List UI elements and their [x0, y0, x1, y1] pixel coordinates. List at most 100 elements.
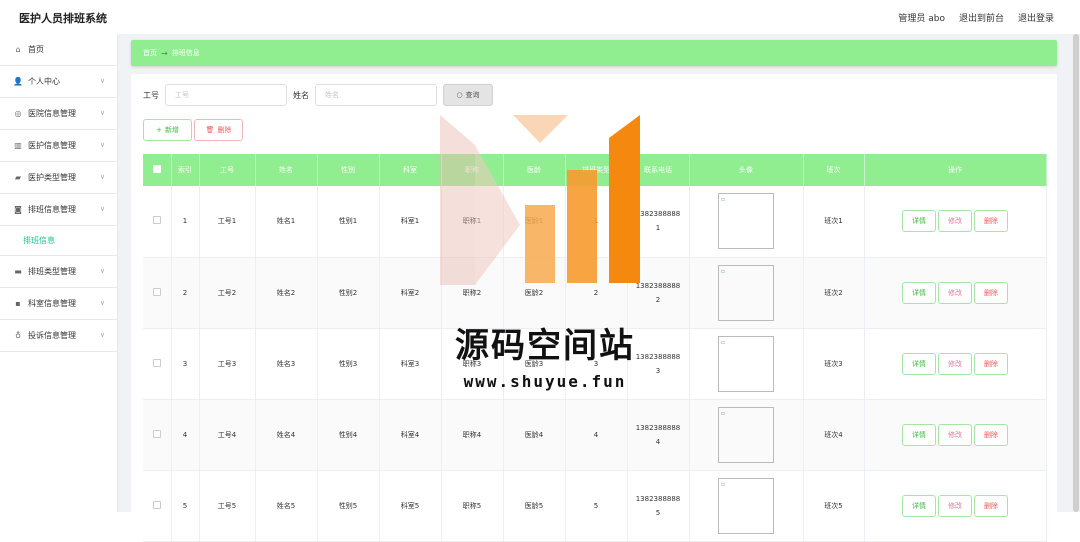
batch-delete-label: 删除 — [217, 126, 232, 134]
detail-button[interactable]: 详情 — [902, 210, 936, 233]
thumb-icon: ▰ — [14, 173, 22, 182]
admin-user-link[interactable]: 管理员 abo — [898, 11, 945, 24]
cell-dept: 科室5 — [379, 470, 442, 542]
row-checkbox-cell[interactable] — [143, 186, 172, 258]
sidebar-item[interactable]: ♁ 投诉信息管理 ∨ — [0, 320, 117, 352]
table-row: 4 工号4 姓名4 性别4 科室4 职称4 医龄4 4 13823888884 ▫ 班次4 详情 修改删… — [143, 399, 1047, 471]
column-header: 头像 — [689, 154, 804, 186]
delete-button[interactable]: 删除 — [974, 281, 1008, 304]
batch-delete-button[interactable]: 🗑 删除 — [194, 119, 243, 141]
chat-icon: ▪ — [15, 299, 21, 308]
cell-shift: 班次4 — [803, 399, 865, 471]
edit-button[interactable]: 修改 — [938, 423, 972, 446]
row-checkbox-cell[interactable] — [143, 257, 172, 329]
compass-icon: ◎ — [14, 109, 22, 118]
row-checkbox[interactable] — [152, 216, 161, 225]
column-header: 工号 — [199, 154, 256, 186]
delete-button[interactable]: 删除 — [974, 210, 1008, 233]
avatar: ▫ — [718, 477, 774, 534]
edit-button[interactable]: 修改 — [938, 352, 972, 375]
row-checkbox[interactable] — [152, 429, 161, 438]
trash-icon: 🗑 — [205, 126, 215, 134]
logout-link[interactable]: 退出登录 — [1018, 11, 1054, 24]
detail-button[interactable]: 详情 — [902, 423, 936, 446]
bar-chart-icon: ▥ — [14, 141, 22, 150]
row-checkbox[interactable] — [152, 287, 161, 296]
user-icon: 👤 — [13, 77, 23, 86]
avatar: ▫ — [718, 193, 774, 250]
select-all-checkbox[interactable] — [143, 154, 172, 186]
column-header: 班次 — [803, 154, 865, 186]
exit-to-frontend-link[interactable]: 退出到前台 — [959, 11, 1004, 24]
scrollbar-thumb[interactable] — [1073, 34, 1079, 512]
table-header-row: 索引 工号 姓名 性别 科室 职称 医龄 排班类型 联系电话 头像 班次 操作 — [143, 154, 1047, 186]
sidebar-item-label: 排班类型管理 — [28, 267, 76, 276]
cell-index: 1 — [171, 186, 200, 258]
page-scrollbar[interactable] — [1072, 34, 1080, 512]
column-header: 索引 — [171, 154, 200, 186]
sidebar-item-label: 首页 — [28, 45, 44, 54]
delete-button[interactable]: 删除 — [974, 352, 1008, 375]
table-row: 1 工号1 姓名1 性别1 科室1 职称1 医龄1 1 13823888881 ▫ 班次1 详情 修改删… — [143, 186, 1047, 258]
cell-gonghao: 工号2 — [199, 257, 256, 329]
sidebar-item[interactable]: ▥ 医护信息管理 ∨ — [0, 130, 117, 162]
edit-button[interactable]: 修改 — [938, 494, 972, 517]
row-checkbox[interactable] — [152, 358, 161, 367]
column-header: 排班类型 — [565, 154, 628, 186]
main-panel: 工号 工号 姓名 姓名 ○ 查询 + 新增 🗑 删除 索引 工号 姓名 性别 科室 职称医… — [131, 74, 1057, 542]
sidebar-item[interactable]: ⌂ 首页 — [0, 34, 117, 66]
home-icon: ⌂ — [15, 45, 21, 54]
row-checkbox-cell[interactable] — [143, 328, 172, 400]
sidebar-item[interactable]: ◙ 排班信息管理 ∨ — [0, 194, 117, 226]
broken-image-icon: ▫ — [721, 267, 726, 275]
column-header: 操作 — [864, 154, 1047, 186]
delete-button[interactable]: 删除 — [974, 494, 1008, 517]
cell-type: 1 — [565, 186, 628, 258]
row-checkbox-cell[interactable] — [143, 470, 172, 542]
edit-button[interactable]: 修改 — [938, 210, 972, 233]
cell-index: 3 — [171, 328, 200, 400]
checkbox-icon[interactable] — [152, 165, 161, 173]
sidebar-item-label: 投诉信息管理 — [28, 331, 76, 340]
row-checkbox-cell[interactable] — [143, 399, 172, 471]
name-input[interactable]: 姓名 — [315, 84, 437, 106]
plus-icon: + — [156, 126, 162, 134]
cell-gonghao: 工号1 — [199, 186, 256, 258]
sidebar-item[interactable]: ▪ 科室信息管理 ∨ — [0, 288, 117, 320]
breadcrumb: 首页 → 排班信息 — [131, 40, 1057, 66]
cell-actions: 详情 修改 删除 — [864, 186, 1047, 258]
cell-name: 姓名3 — [255, 328, 318, 400]
cell-actions: 详情 修改 删除 — [864, 257, 1047, 329]
column-header: 职称 — [441, 154, 504, 186]
cell-phone: 13823888885 — [627, 470, 690, 542]
sidebar-subitem-schedule[interactable]: 排班信息 — [0, 226, 117, 256]
gonghao-input[interactable]: 工号 — [165, 84, 287, 106]
broken-image-icon: ▫ — [721, 409, 726, 417]
sidebar-item[interactable]: ◎ 医院信息管理 ∨ — [0, 98, 117, 130]
detail-button[interactable]: 详情 — [902, 281, 936, 304]
add-button[interactable]: + 新增 — [143, 119, 192, 141]
chevron-down-icon: ∨ — [99, 173, 105, 181]
sidebar-item[interactable]: ▬ 排班类型管理 ∨ — [0, 256, 117, 288]
cell-index: 4 — [171, 399, 200, 471]
sidebar-item[interactable]: ▰ 医护类型管理 ∨ — [0, 162, 117, 194]
cell-phone: 13823888884 — [627, 399, 690, 471]
detail-button[interactable]: 详情 — [902, 352, 936, 375]
cell-gender: 性别5 — [317, 470, 380, 542]
search-bar: 工号 工号 姓名 姓名 ○ 查询 — [143, 84, 493, 106]
query-button[interactable]: ○ 查询 — [443, 84, 493, 106]
broken-image-icon: ▫ — [721, 196, 726, 204]
sidebar-item[interactable]: 👤 个人中心 ∨ — [0, 66, 117, 98]
delete-button[interactable]: 删除 — [974, 423, 1008, 446]
breadcrumb-home[interactable]: 首页 — [143, 48, 157, 58]
row-checkbox[interactable] — [152, 500, 161, 509]
detail-button[interactable]: 详情 — [902, 494, 936, 517]
edit-button[interactable]: 修改 — [938, 281, 972, 304]
cell-gender: 性别1 — [317, 186, 380, 258]
cell-type: 4 — [565, 399, 628, 471]
cell-name: 姓名5 — [255, 470, 318, 542]
cell-avatar: ▫ — [689, 328, 804, 400]
cell-gonghao: 工号3 — [199, 328, 256, 400]
monitor-icon: ▬ — [14, 267, 22, 276]
cell-title: 职称4 — [441, 399, 504, 471]
